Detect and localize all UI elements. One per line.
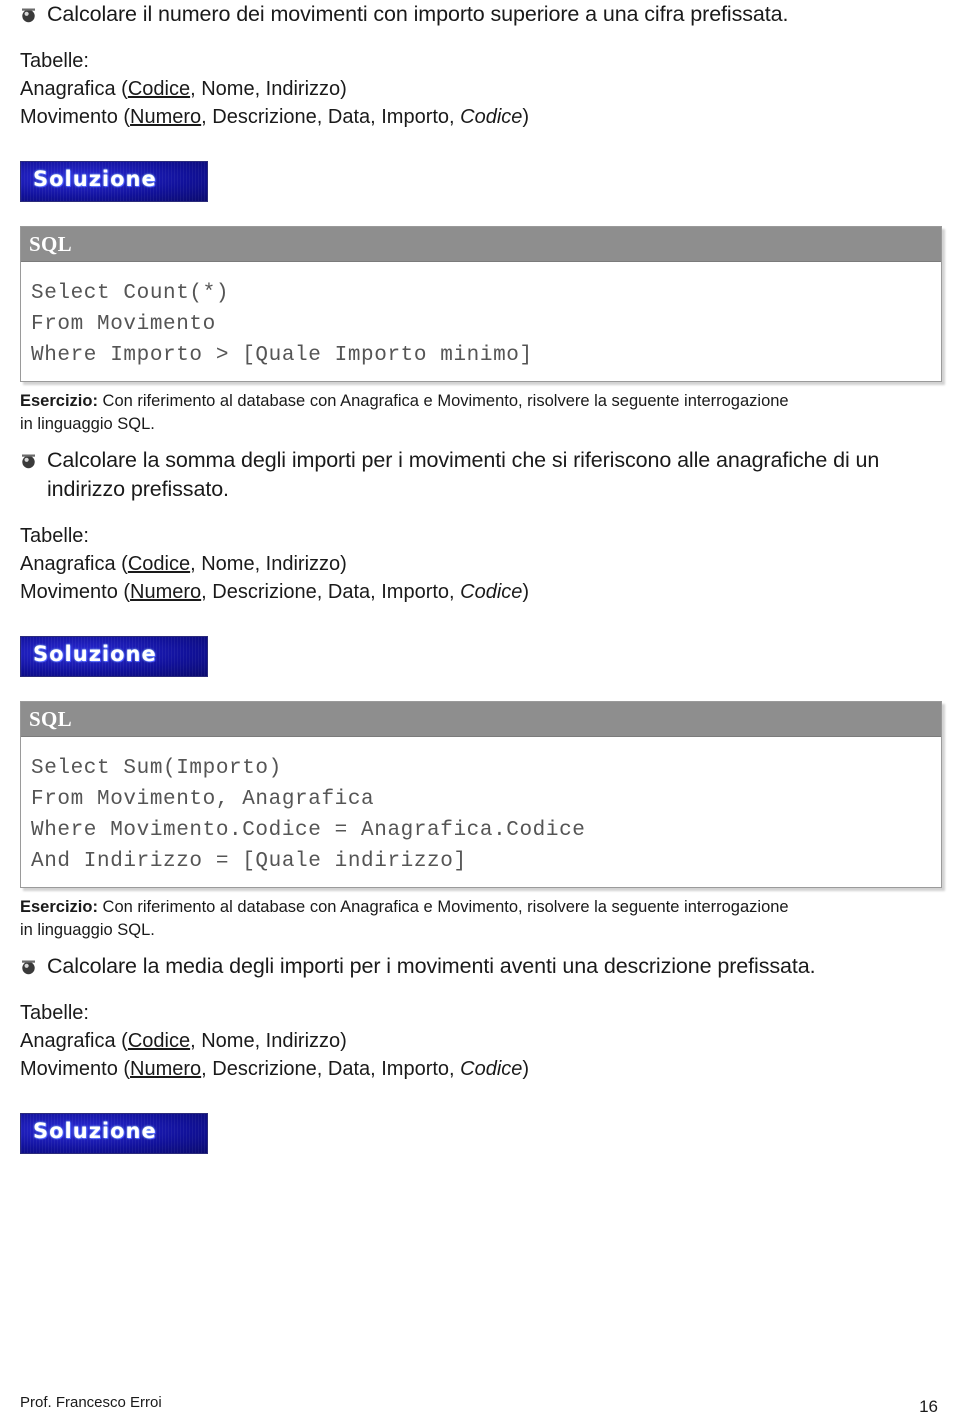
table-movimento-2: Movimento (Numero, Descrizione, Data, Im… [20, 578, 942, 606]
movimento-italic-3: Codice [460, 1058, 523, 1080]
tabelle-label-2: Tabelle: [20, 525, 89, 547]
anagrafica-key-2: Codice [127, 553, 191, 575]
exercise-question-3-text: Calcolare la media degli importi per i m… [47, 954, 816, 978]
bullet-marker-icon [20, 7, 37, 24]
sql-panel-1: SQL Select Count(*) From Movimento Where… [20, 226, 942, 382]
exercise-question-3: Calcolare la media degli importi per i m… [20, 952, 942, 981]
sql-code-2: Select Sum(Importo) From Movimento, Anag… [31, 757, 586, 873]
anagrafica-rest-2: , Nome, Indirizzo) [190, 553, 347, 575]
exercise-question-2-text: Calcolare la somma degli importi per i m… [47, 448, 880, 501]
table-anagrafica-2: Anagrafica (Codice, Nome, Indirizzo) [20, 550, 942, 578]
exercise-question-2: Calcolare la somma degli importi per i m… [20, 446, 942, 504]
sql-panel-title-1: SQL [29, 231, 72, 256]
movimento-mid-1: , Descrizione, Data, Importo, [201, 106, 461, 128]
movimento-suffix-1: ) [522, 106, 530, 128]
movimento-mid-2: , Descrizione, Data, Importo, [201, 581, 461, 603]
tabelle-label-1: Tabelle: [20, 50, 89, 72]
bullet-marker-icon [20, 453, 37, 470]
movimento-italic-1: Codice [460, 106, 523, 128]
esercizio-intro-2: Esercizio: Con riferimento al database c… [20, 896, 942, 942]
bullet-marker-icon [20, 959, 37, 976]
movimento-suffix-2: ) [522, 581, 530, 603]
esercizio-label-1: Esercizio: [20, 392, 98, 410]
soluzione-button-label-2: Soluzione [33, 642, 157, 666]
anagrafica-rest-1: , Nome, Indirizzo) [190, 78, 347, 100]
soluzione-button-2[interactable]: Soluzione [20, 636, 208, 677]
table-anagrafica-1: Anagrafica (Codice, Nome, Indirizzo) [20, 75, 942, 103]
movimento-key-1: Numero [130, 106, 202, 128]
footer-author: Prof. Francesco Erroi [20, 1394, 162, 1411]
movimento-prefix-1: Movimento ( [20, 106, 131, 128]
sql-panel-header-2: SQL [21, 702, 941, 737]
movimento-italic-2: Codice [460, 581, 523, 603]
anagrafica-key-1: Codice [127, 78, 191, 100]
page-content: Calcolare il numero dei movimenti con im… [0, 0, 960, 1154]
movimento-key-3: Numero [130, 1058, 202, 1080]
esercizio-text-1b: in linguaggio SQL. [20, 415, 155, 433]
anagrafica-prefix-2: Anagrafica ( [20, 553, 128, 575]
anagrafica-prefix-3: Anagrafica ( [20, 1030, 128, 1052]
movimento-suffix-3: ) [522, 1058, 530, 1080]
movimento-mid-3: , Descrizione, Data, Importo, [201, 1058, 461, 1080]
table-anagrafica-3: Anagrafica (Codice, Nome, Indirizzo) [20, 1027, 942, 1055]
soluzione-button-label-3: Soluzione [33, 1119, 157, 1143]
exercise-question-1-text: Calcolare il numero dei movimenti con im… [47, 2, 789, 26]
esercizio-text-1a: Con riferimento al database con Anagrafi… [97, 392, 789, 410]
anagrafica-prefix-1: Anagrafica ( [20, 78, 128, 100]
table-movimento-3: Movimento (Numero, Descrizione, Data, Im… [20, 1055, 942, 1083]
sql-panel-body-2: Select Sum(Importo) From Movimento, Anag… [21, 737, 941, 887]
movimento-prefix-3: Movimento ( [20, 1058, 131, 1080]
table-movimento-1: Movimento (Numero, Descrizione, Data, Im… [20, 103, 942, 131]
esercizio-text-2b: in linguaggio SQL. [20, 921, 155, 939]
sql-panel-body-1: Select Count(*) From Movimento Where Imp… [21, 262, 941, 381]
soluzione-button-label-1: Soluzione [33, 167, 157, 191]
exercise-question-1: Calcolare il numero dei movimenti con im… [20, 0, 942, 29]
anagrafica-key-3: Codice [127, 1030, 191, 1052]
tabelle-label-3: Tabelle: [20, 1002, 89, 1024]
sql-panel-header-1: SQL [21, 227, 941, 262]
sql-panel-title-2: SQL [29, 706, 72, 731]
soluzione-button-1[interactable]: Soluzione [20, 161, 208, 202]
anagrafica-rest-3: , Nome, Indirizzo) [190, 1030, 347, 1052]
sql-code-1: Select Count(*) From Movimento Where Imp… [31, 282, 533, 367]
movimento-prefix-2: Movimento ( [20, 581, 131, 603]
esercizio-text-2a: Con riferimento al database con Anagrafi… [97, 898, 789, 916]
page-number: 16 [919, 1397, 938, 1416]
soluzione-button-3[interactable]: Soluzione [20, 1113, 208, 1154]
movimento-key-2: Numero [130, 581, 202, 603]
esercizio-intro-1: Esercizio: Con riferimento al database c… [20, 390, 942, 436]
sql-panel-2: SQL Select Sum(Importo) From Movimento, … [20, 701, 942, 888]
esercizio-label-2: Esercizio: [20, 898, 98, 916]
document-page: Calcolare il numero dei movimenti con im… [0, 0, 960, 1425]
